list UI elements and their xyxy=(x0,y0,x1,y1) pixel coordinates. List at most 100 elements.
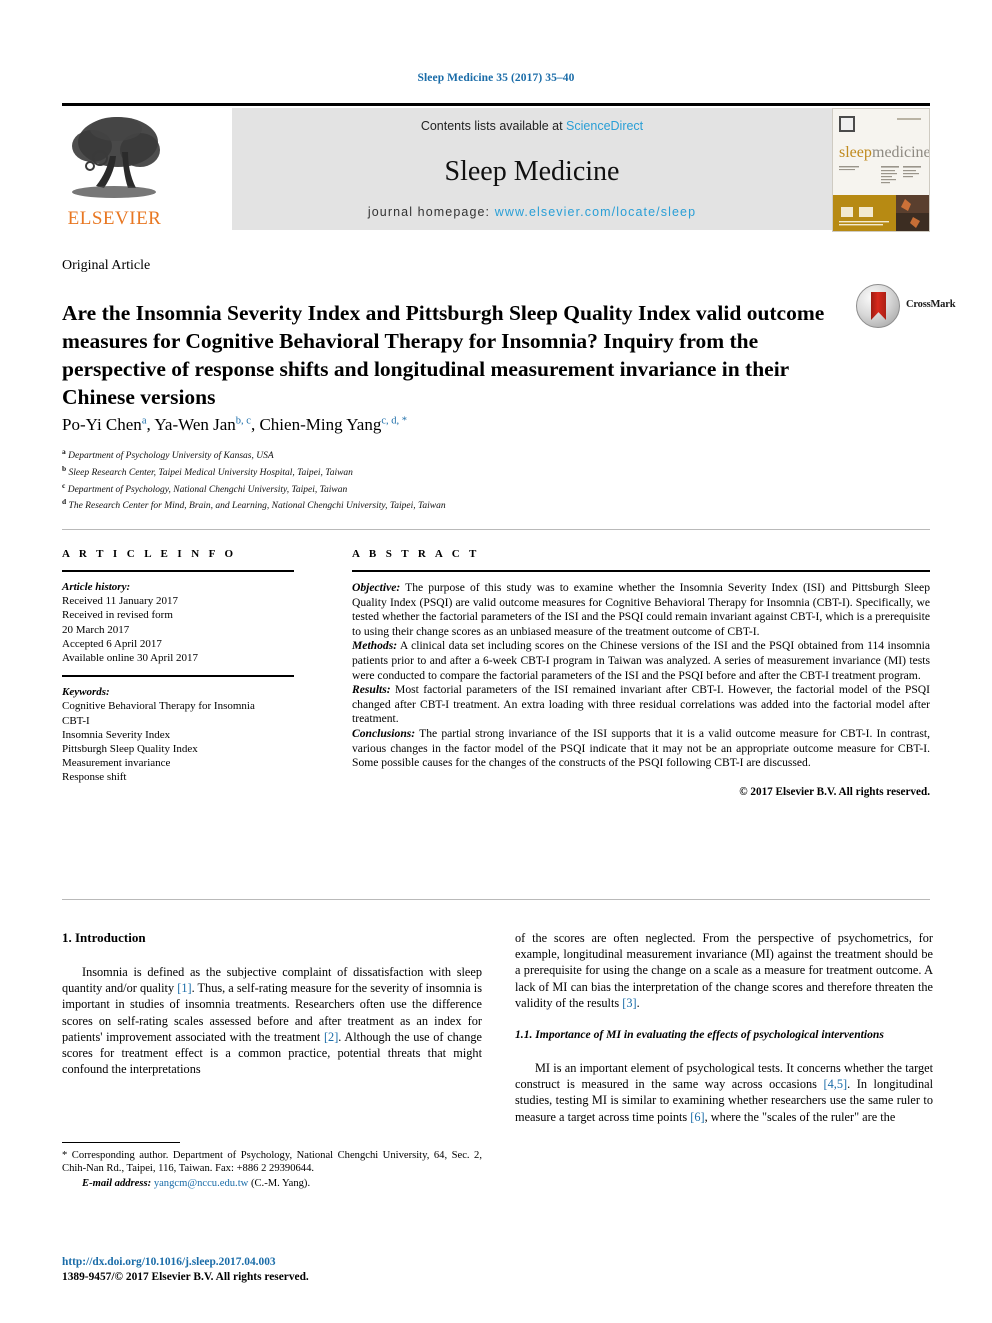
abstract-paragraph-results: Results: Most factorial parameters of th… xyxy=(352,683,930,727)
author-affiliation-marks: a xyxy=(141,415,147,427)
subsection-heading-1-1: 1.1. Importance of MI in evaluating the … xyxy=(515,1028,884,1042)
author-affiliation-marks: c, d, * xyxy=(381,415,407,427)
affiliation-text: Department of Psychology University of K… xyxy=(68,451,274,462)
keyword-item: Insomnia Severity Index xyxy=(62,728,171,741)
affiliation-text: Department of Psychology, National Cheng… xyxy=(67,484,348,495)
article-info-heading: A R T I C L E I N F O xyxy=(62,548,237,560)
elsevier-logo: ELSEVIER xyxy=(62,108,167,230)
masthead-center-band: Contents lists available at ScienceDirec… xyxy=(232,108,832,230)
contents-lists-line: Contents lists available at ScienceDirec… xyxy=(232,119,832,133)
email-owner: (C.-M. Yang). xyxy=(248,1177,311,1189)
issn-copyright-line: 1389-9457/© 2017 Elsevier B.V. All right… xyxy=(62,1271,309,1283)
journal-masthead: ELSEVIER Contents lists available at Sci… xyxy=(62,103,930,232)
intro-text-end: . xyxy=(636,995,640,1010)
affiliation-item: d The Research Center for Mind, Brain, a… xyxy=(62,496,852,513)
article-history-block: Article history: Received 11 January 201… xyxy=(62,580,294,665)
intro-paragraph-1: Insomnia is defined as the subjective co… xyxy=(62,964,482,1077)
subsection-paragraph-1: MI is an important element of psychologi… xyxy=(515,1060,933,1125)
crossmark-label: CrossMark xyxy=(906,299,956,310)
author-name: Po-Yi Chen xyxy=(62,415,142,434)
keyword-item: Cognitive Behavioral Therapy for Insomni… xyxy=(62,700,255,713)
article-history-item: Received in revised form xyxy=(62,609,173,622)
intro-text-cont: of the scores are often neglected. From … xyxy=(515,931,933,1010)
email-link[interactable]: yangcm@nccu.edu.tw xyxy=(154,1178,248,1189)
doi-link[interactable]: http://dx.doi.org/10.1016/j.sleep.2017.0… xyxy=(62,1255,482,1270)
svg-text:sleep: sleep xyxy=(839,144,872,161)
footnote-divider xyxy=(62,1142,180,1143)
author-list: Po-Yi Chena, Ya-Wen Janb, c, Chien-Ming … xyxy=(62,415,407,434)
article-type-label: Original Article xyxy=(62,258,151,273)
affiliation-list: a Department of Psychology University of… xyxy=(62,446,852,513)
abstract-copyright: © 2017 Elsevier B.V. All rights reserved… xyxy=(739,785,930,798)
citation-ref-2[interactable]: [2] xyxy=(324,1030,338,1044)
footnote-body: * Corresponding author. Department of Ps… xyxy=(62,1149,482,1190)
affiliation-text: Sleep Research Center, Taipei Medical Un… xyxy=(68,467,353,478)
journal-title: Sleep Medicine xyxy=(444,156,620,187)
article-history-label: Article history: xyxy=(62,581,131,593)
abstract-objective-label: Objective: xyxy=(352,581,401,594)
abstract-body: Objective: The purpose of this study was… xyxy=(352,581,930,799)
crossmark-icon xyxy=(856,284,900,328)
svg-text:medicine: medicine xyxy=(872,144,929,161)
email-line: E-mail address: yangcm@nccu.edu.tw (C.-M… xyxy=(62,1177,482,1190)
elsevier-wordmark: ELSEVIER xyxy=(67,208,162,229)
email-label: E-mail address: xyxy=(82,1177,152,1189)
info-band-top-rule xyxy=(62,529,930,530)
article-history-item: Available online 30 April 2017 xyxy=(62,652,199,665)
affiliation-mark: b xyxy=(62,463,67,473)
abstract-conclusions-label: Conclusions: xyxy=(352,726,416,740)
author-name: Ya-Wen Jan xyxy=(154,415,236,434)
abstract-results-label: Results: xyxy=(352,683,391,697)
citation-ref-1[interactable]: [1] xyxy=(177,981,191,995)
keyword-item: Pittsburgh Sleep Quality Index xyxy=(62,743,198,756)
abstract-column: A B S T R A C T Objective: The purpose o… xyxy=(352,548,930,799)
sciencedirect-link[interactable]: ScienceDirect xyxy=(566,119,643,133)
article-history-item: 20 March 2017 xyxy=(62,623,130,636)
keyword-item: Response shift xyxy=(62,771,127,784)
running-head: Sleep Medicine 35 (2017) 35–40 xyxy=(417,72,575,84)
body-column-left: 1. Introduction Insomnia is defined as t… xyxy=(62,930,482,1077)
affiliation-item: a Department of Psychology University of… xyxy=(62,446,852,463)
citation-ref-3[interactable]: [3] xyxy=(622,996,636,1010)
homepage-url-link[interactable]: www.elsevier.com/locate/sleep xyxy=(495,205,696,219)
crossmark-ribbon-icon xyxy=(871,292,886,320)
abstract-methods-text: A clinical data set including scores on … xyxy=(352,639,930,682)
keywords-block: Keywords: Cognitive Behavioral Therapy f… xyxy=(62,685,294,784)
keyword-item: Measurement invariance xyxy=(62,757,171,770)
journal-homepage-line: journal homepage: www.elsevier.com/locat… xyxy=(232,205,832,219)
citation-ref-6[interactable]: [6] xyxy=(690,1110,704,1124)
abstract-conclusions-text: The partial strong invariance of the ISI… xyxy=(352,726,930,770)
crossmark-badge-group[interactable]: CrossMark xyxy=(856,284,956,330)
author-name: Chien-Ming Yang xyxy=(259,415,382,434)
abstract-objective-text: The purpose of this study was to examine… xyxy=(352,581,930,638)
abstract-results-text: Most factorial parameters of the ISI rem… xyxy=(352,683,930,726)
page-title: Are the Insomnia Severity Index and Pitt… xyxy=(62,301,825,410)
contents-lists-prefix: Contents lists available at xyxy=(420,119,567,133)
keywords-divider xyxy=(62,675,294,678)
article-info-column: A R T I C L E I N F O Article history: R… xyxy=(62,548,294,785)
keywords-label: Keywords: xyxy=(62,686,110,699)
article-history-item: Received 11 January 2017 xyxy=(62,595,178,608)
abstract-paragraph-objective: Objective: The purpose of this study was… xyxy=(352,581,930,639)
abstract-heading: A B S T R A C T xyxy=(352,548,480,560)
doi-footer: http://dx.doi.org/10.1016/j.sleep.2017.0… xyxy=(62,1255,482,1285)
corresponding-author-footnote: * Corresponding author. Department of Ps… xyxy=(62,1142,482,1190)
elsevier-tree-icon xyxy=(66,112,162,200)
body-column-right: of the scores are often neglected. From … xyxy=(515,930,933,1125)
affiliation-item: c Department of Psychology, National Che… xyxy=(62,480,852,497)
abstract-paragraph-conclusions: Conclusions: The partial strong invarian… xyxy=(352,727,930,771)
article-history-item: Accepted 6 April 2017 xyxy=(62,637,162,650)
section-heading-introduction: 1. Introduction xyxy=(62,930,146,945)
journal-cover-thumbnail[interactable]: sleep medicine xyxy=(832,108,930,232)
citation-ref-4-5[interactable]: [4,5] xyxy=(824,1077,848,1091)
keyword-item: CBT-I xyxy=(62,714,90,727)
affiliation-text: The Research Center for Mind, Brain, and… xyxy=(68,501,446,512)
article-info-divider xyxy=(62,570,294,572)
homepage-prefix: journal homepage: xyxy=(367,205,495,219)
abstract-paragraph-methods: Methods: A clinical data set including s… xyxy=(352,639,930,683)
sub-text-c: , where the "scales of the ruler" are th… xyxy=(704,1109,896,1124)
author-affiliation-marks: b, c xyxy=(235,415,251,427)
info-band-bottom-rule xyxy=(62,899,930,900)
affiliation-mark: a xyxy=(62,447,66,456)
intro-paragraph-1-continued: of the scores are often neglected. From … xyxy=(515,930,933,1011)
